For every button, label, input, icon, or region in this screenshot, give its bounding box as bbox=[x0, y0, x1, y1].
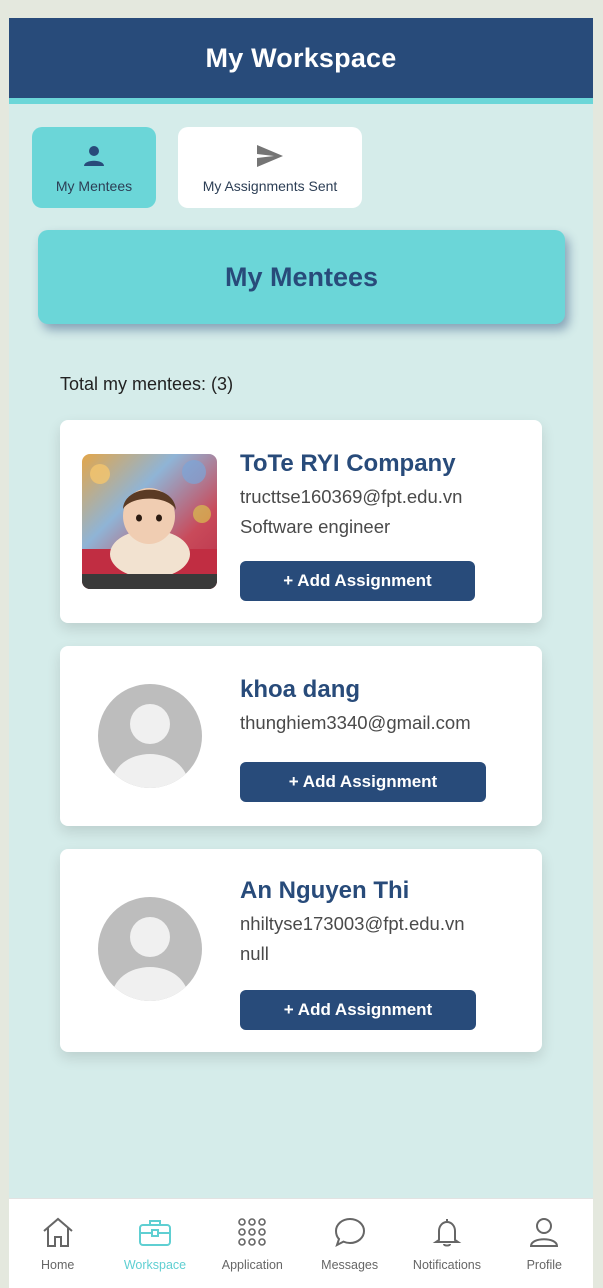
section-title: My Mentees bbox=[224, 261, 379, 292]
tab-my-assignments-sent[interactable]: My Assignments Sent bbox=[178, 127, 362, 208]
mentee-role: null bbox=[240, 943, 269, 964]
tab-my-mentees[interactable]: My Mentees bbox=[32, 127, 156, 208]
mentee-name: khoa dang bbox=[240, 676, 361, 703]
grid-icon bbox=[237, 1215, 267, 1249]
mentee-card: ToTe RYI Company tructtse160369@fpt.edu.… bbox=[60, 420, 542, 623]
add-assignment-button[interactable]: + Add Assignment bbox=[240, 561, 475, 601]
nav-label: Notifications bbox=[412, 1258, 482, 1272]
nav-label: Application bbox=[221, 1258, 283, 1272]
nav-notifications[interactable]: Notifications bbox=[398, 1199, 495, 1288]
nav-profile[interactable]: Profile bbox=[496, 1199, 593, 1288]
home-icon bbox=[41, 1215, 75, 1249]
mentee-card: An Nguyen Thi nhiltyse173003@fpt.edu.vn … bbox=[60, 849, 542, 1052]
nav-label: Profile bbox=[526, 1258, 563, 1272]
nav-home[interactable]: Home bbox=[9, 1199, 106, 1288]
mentee-email: thunghiem3340@gmail.com bbox=[240, 712, 471, 733]
page-title: My Workspace bbox=[205, 42, 397, 73]
mentee-card: khoa dang thunghiem3340@gmail.com + Add … bbox=[60, 646, 542, 826]
app-screen: My Workspace My Mentees My Assignments S… bbox=[9, 18, 593, 1288]
bell-icon bbox=[432, 1215, 462, 1249]
nav-label: Messages bbox=[321, 1258, 379, 1272]
mentee-name: ToTe RYI Company bbox=[240, 450, 456, 477]
bottom-nav: Home Workspace Application Messages Noti… bbox=[9, 1198, 593, 1288]
nav-application[interactable]: Application bbox=[204, 1199, 301, 1288]
mentee-info: An Nguyen Thi nhiltyse173003@fpt.edu.vn … bbox=[240, 877, 465, 973]
add-assignment-button[interactable]: + Add Assignment bbox=[240, 990, 476, 1030]
send-icon bbox=[256, 142, 284, 170]
app-header: My Workspace bbox=[9, 18, 593, 104]
briefcase-icon bbox=[138, 1215, 172, 1249]
mentee-photo bbox=[82, 454, 217, 589]
mentee-email: tructtse160369@fpt.edu.vn bbox=[240, 486, 463, 507]
default-avatar-icon bbox=[98, 684, 202, 788]
mentee-role: Software engineer bbox=[240, 516, 391, 537]
user-icon bbox=[528, 1215, 560, 1249]
mentee-email: nhiltyse173003@fpt.edu.vn bbox=[240, 913, 465, 934]
mentee-info: khoa dang thunghiem3340@gmail.com bbox=[240, 676, 471, 742]
nav-label: Home bbox=[40, 1258, 75, 1272]
tab-label: My Mentees bbox=[55, 177, 133, 194]
section-banner: My Mentees bbox=[38, 230, 565, 324]
mentee-count: Total my mentees: (3) bbox=[60, 374, 234, 394]
chat-icon bbox=[333, 1215, 367, 1249]
default-avatar-icon bbox=[98, 897, 202, 1001]
mentee-info: ToTe RYI Company tructtse160369@fpt.edu.… bbox=[240, 450, 462, 546]
mentee-name: An Nguyen Thi bbox=[240, 877, 410, 904]
tab-label: My Assignments Sent bbox=[202, 177, 338, 194]
nav-label: Workspace bbox=[123, 1258, 187, 1272]
add-assignment-button[interactable]: + Add Assignment bbox=[240, 762, 486, 802]
person-icon bbox=[83, 142, 105, 170]
nav-messages[interactable]: Messages bbox=[301, 1199, 398, 1288]
nav-workspace[interactable]: Workspace bbox=[106, 1199, 203, 1288]
